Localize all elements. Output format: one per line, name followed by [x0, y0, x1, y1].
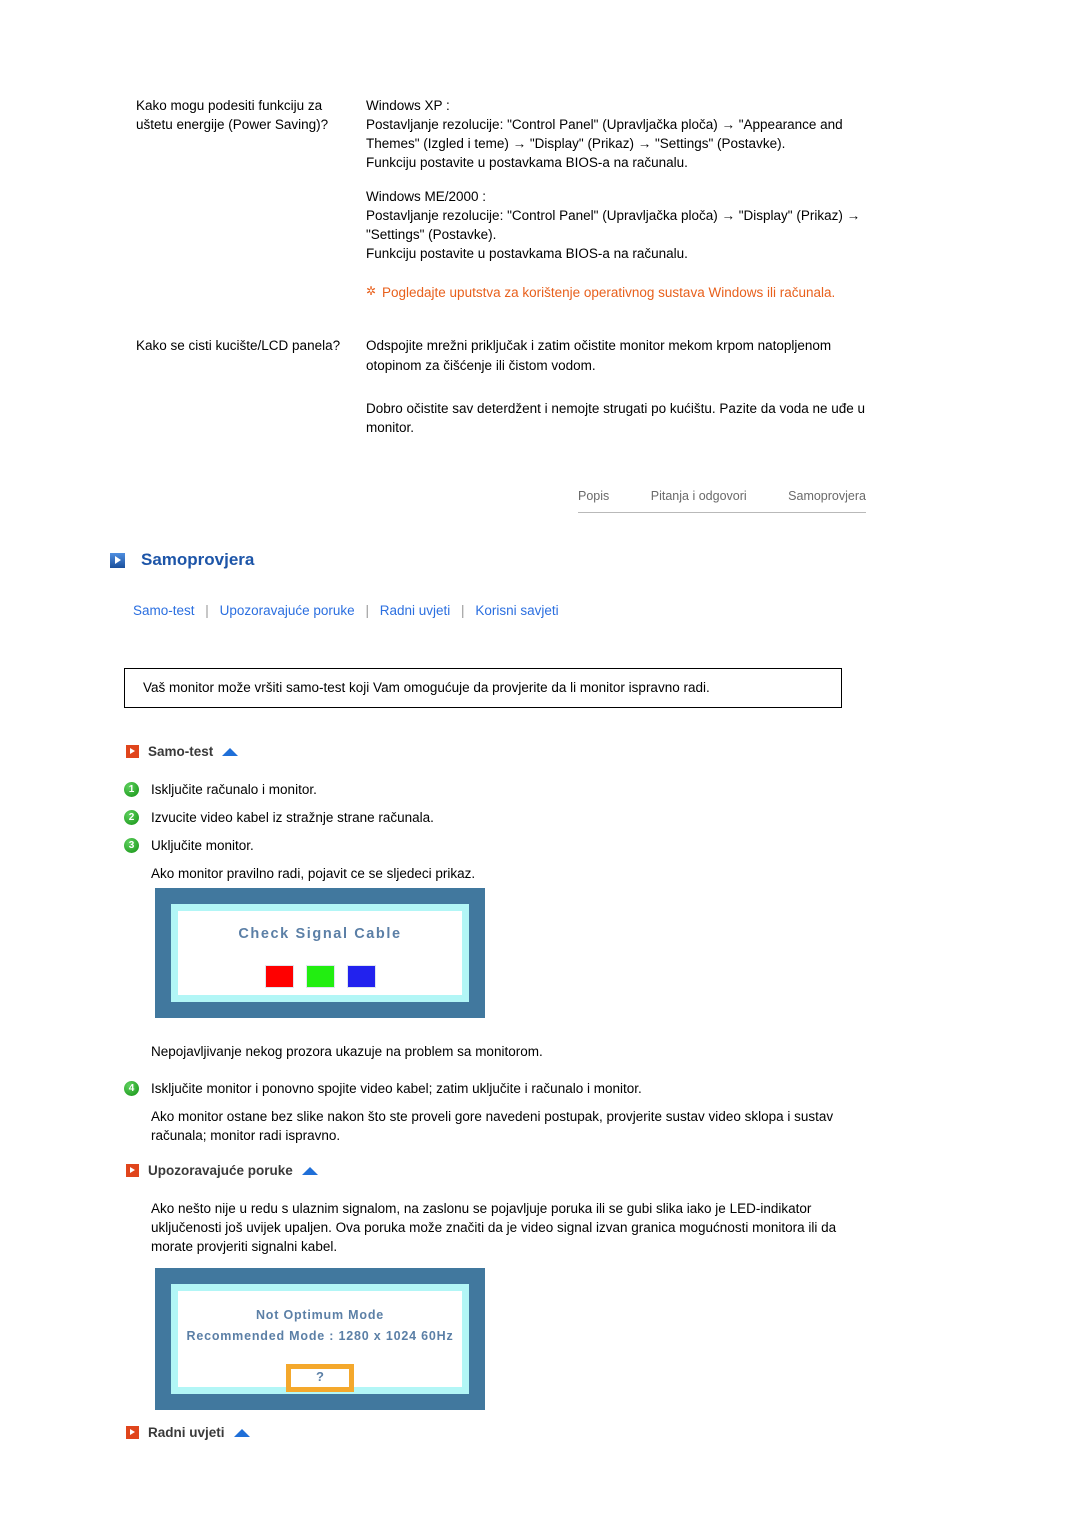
blue-play-square-icon — [110, 552, 125, 568]
after-step4-text: Ako monitor ostane bez slike nakon što s… — [151, 1109, 834, 1144]
step-text: Isključite računalo i monitor. — [151, 782, 317, 797]
page-title-text: Samoprovjera — [141, 550, 255, 569]
intro-callout-box: Vaš monitor može vršiti samo-test koji V… — [124, 668, 842, 708]
osd-message-text: Check Signal Cable — [238, 926, 402, 943]
section-heading-text: Upozoravajuće poruke — [148, 1163, 293, 1178]
tab-navigation: Popis Pitanja i odgovori Samoprovjera — [578, 488, 866, 513]
rgb-swatch-row — [264, 964, 376, 988]
step-number-badge: 2 — [124, 810, 139, 826]
faq-note: ✲ Pogledajte uputstva za korištenje oper… — [366, 283, 866, 302]
step-text: Uključite monitor. — [151, 838, 254, 854]
blue-swatch — [346, 964, 376, 988]
up-arrow-icon[interactable] — [301, 1166, 318, 1175]
section-heading-upozoravajuce-poruke: Upozoravajuće poruke — [126, 1161, 318, 1180]
tab-samoprovjera[interactable]: Samoprovjera — [788, 488, 866, 506]
step-number-badge: 1 — [124, 782, 139, 797]
faq-question: Kako mogu podesiti funkciju za uštetu en… — [136, 98, 329, 133]
tab-popis[interactable]: Popis — [578, 488, 609, 506]
page-title: Samoprovjera — [110, 548, 254, 572]
osd-message-line2: Recommended Mode : 1280 x 1024 60Hz — [186, 1328, 454, 1343]
tab-pitanja-i-odgovori[interactable]: Pitanja i odgovori — [651, 488, 747, 506]
link-separator: | — [461, 603, 465, 618]
osd-message-line1: Not Optimum Mode — [255, 1308, 385, 1322]
orange-play-square-icon — [126, 1164, 139, 1178]
step-text: Izvucite video kabel iz stražnje strane … — [151, 810, 434, 826]
link-samo-test[interactable]: Samo-test — [133, 603, 195, 618]
asterisk-note-icon: ✲ — [366, 284, 377, 299]
link-separator: | — [365, 603, 369, 618]
section-heading-samo-test: Samo-test — [126, 742, 239, 761]
faq-answer: Odspojite mrežni priključak i zatim očis… — [366, 336, 866, 437]
up-arrow-icon[interactable] — [233, 1428, 250, 1437]
faq-note-text: Pogledajte uputstva za korištenje operat… — [382, 285, 836, 301]
after-image-text: Nepojavljivanje nekog prozora ukazuje na… — [151, 1044, 543, 1059]
intro-callout-text: Vaš monitor može vršiti samo-test koji V… — [143, 680, 710, 696]
green-swatch — [305, 964, 335, 988]
osd-question-box: ? — [286, 1363, 354, 1392]
samo-test-step-4: 4 Isključite monitor i ponovno spojite v… — [124, 1079, 841, 1145]
monitor-mock-not-optimum-mode: Not Optimum Mode Recommended Mode : 1280… — [155, 1268, 485, 1410]
list-item: 4 Isključite monitor i ponovno spojite v… — [124, 1079, 841, 1098]
after-step3-text: Ako monitor pravilno radi, pojavit ce se… — [151, 866, 476, 882]
list-item: 3 Uključite monitor. — [124, 836, 475, 855]
monitor-screen: Check Signal Cable — [171, 904, 469, 1002]
osd-question-mark: ? — [316, 1369, 324, 1385]
orange-play-square-icon — [126, 1426, 139, 1440]
link-radni-uvjeti[interactable]: Radni uvjeti — [380, 603, 451, 618]
faq-answer-block: Windows XP : Postavljanje rezolucije: "C… — [366, 98, 843, 171]
faq-answer: Windows XP : Postavljanje rezolucije: "C… — [366, 96, 866, 302]
faq-table: Kako mogu podesiti funkciju za uštetu en… — [136, 96, 866, 437]
samo-test-step-list: 1 Isključite računalo i monitor. 2 Izvuc… — [124, 780, 475, 884]
list-item: 2 Izvucite video kabel iz stražnje stran… — [124, 808, 475, 827]
faq-answer-block: Dobro očistite sav deterdžent i nemojte … — [366, 400, 866, 435]
faq-answer-block: Odspojite mrežni priključak i zatim očis… — [366, 338, 832, 373]
monitor-screen: Not Optimum Mode Recommended Mode : 1280… — [171, 1284, 469, 1394]
red-swatch — [264, 964, 294, 988]
orange-play-square-icon — [126, 745, 139, 759]
step-number-badge: 3 — [124, 838, 139, 854]
faq-row: Kako mogu podesiti funkciju za uštetu en… — [136, 96, 866, 302]
link-korisni-savjeti[interactable]: Korisni savjeti — [475, 603, 558, 618]
up-arrow-icon[interactable] — [222, 747, 239, 756]
faq-question: Kako se cisti kucište/LCD panela? — [136, 338, 341, 354]
section-link-row: Samo-test | Upozoravajuće poruke | Radni… — [133, 601, 559, 620]
monitor-mock-check-signal-cable: Check Signal Cable — [155, 888, 485, 1018]
link-separator: | — [205, 603, 209, 618]
link-upozoravajuce-poruke[interactable]: Upozoravajuće poruke — [220, 603, 355, 618]
upozoravajuce-paragraph: Ako nešto nije u redu s ulaznim signalom… — [151, 1201, 837, 1255]
faq-answer-block: Windows ME/2000 : Postavljanje rezolucij… — [366, 188, 861, 262]
section-heading-text: Radni uvjeti — [148, 1425, 225, 1440]
step-text: Isključite monitor i ponovno spojite vid… — [151, 1081, 642, 1096]
section-heading-text: Samo-test — [148, 744, 214, 759]
faq-row: Kako se cisti kucište/LCD panela? Odspoj… — [136, 336, 866, 437]
step-number-badge: 4 — [124, 1081, 139, 1096]
list-item: 1 Isključite računalo i monitor. — [124, 780, 475, 799]
section-heading-radni-uvjeti: Radni uvjeti — [126, 1423, 250, 1442]
